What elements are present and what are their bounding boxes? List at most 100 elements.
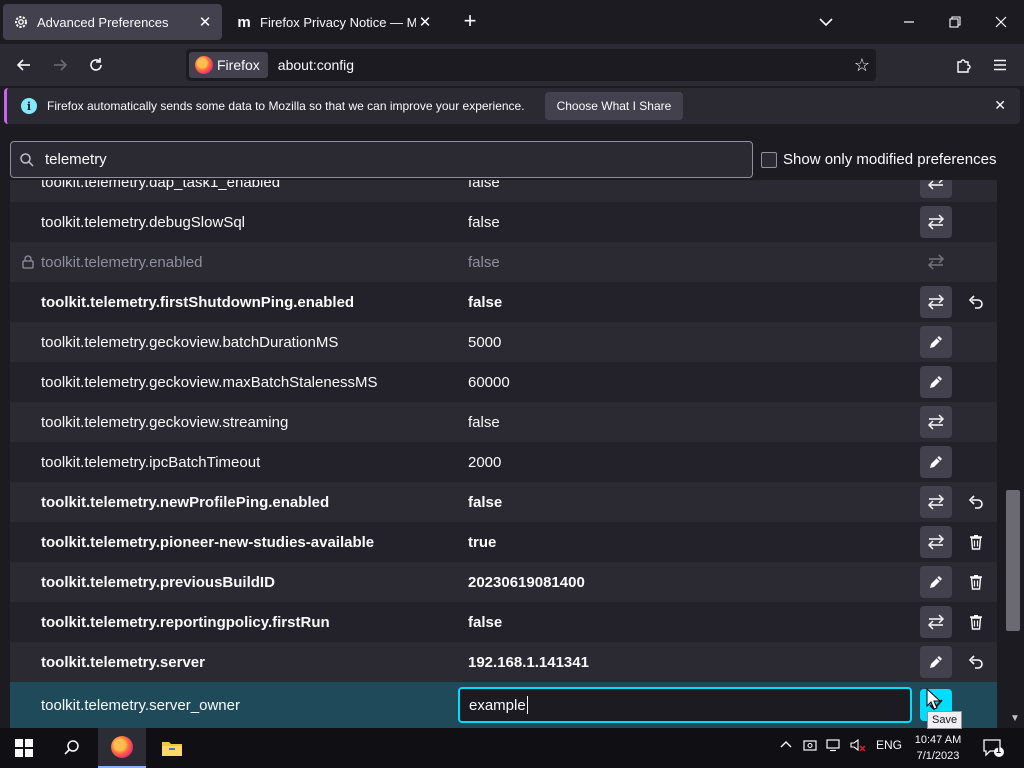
app-menu-button[interactable]	[986, 51, 1014, 79]
edit-button[interactable]	[920, 646, 952, 678]
tray-meet-now-icon[interactable]	[803, 738, 817, 755]
text-caret	[526, 696, 528, 714]
scrollbar-thumb[interactable]	[1006, 490, 1020, 631]
url-bar[interactable]: Firefox about:config ☆	[186, 49, 876, 81]
show-modified-checkbox[interactable]	[761, 151, 777, 168]
reset-button[interactable]	[960, 646, 992, 678]
pref-row[interactable]: toolkit.telemetry.geckoview.batchDuratio…	[10, 322, 997, 362]
delete-button[interactable]	[960, 606, 992, 638]
reload-button[interactable]	[82, 51, 110, 79]
volume-muted-icon[interactable]	[850, 738, 866, 755]
toggle-arrows-icon	[927, 214, 945, 230]
pencil-icon	[928, 374, 944, 390]
new-tab-button[interactable]: +	[458, 10, 482, 34]
tab-firefox-privacy-notice[interactable]: m Firefox Privacy Notice — Mozill ✕	[226, 4, 442, 40]
restore-button[interactable]	[939, 8, 971, 36]
edit-button[interactable]	[920, 326, 952, 358]
close-tab-icon[interactable]: ✕	[416, 13, 434, 31]
pref-row[interactable]: toolkit.telemetry.pioneer-new-studies-av…	[10, 522, 997, 562]
clock[interactable]: 10:47 AM 7/1/2023	[906, 732, 970, 764]
notification-count-badge: 1	[996, 745, 1002, 755]
start-button[interactable]	[0, 728, 48, 768]
choose-what-i-share-button[interactable]: Choose What I Share	[544, 92, 684, 120]
pref-name: toolkit.telemetry.geckoview.batchDuratio…	[41, 333, 339, 351]
pref-name: toolkit.telemetry.server	[41, 653, 205, 671]
language-indicator[interactable]: ENG	[876, 738, 902, 752]
show-modified-filter[interactable]: Show only modified preferences	[761, 151, 996, 168]
toggle-arrows-icon	[927, 294, 945, 310]
reset-button[interactable]	[960, 286, 992, 318]
pref-row[interactable]: toolkit.telemetry.firstShutdownPing.enab…	[10, 282, 997, 322]
pref-value: false	[468, 613, 503, 631]
pref-value: false	[468, 413, 500, 431]
pref-row[interactable]: toolkit.telemetry.enabled false	[10, 242, 997, 282]
about-config-page: telemetry Show only modified preferences…	[0, 128, 1024, 728]
identity-box[interactable]: Firefox	[189, 52, 268, 78]
pref-name: toolkit.telemetry.enabled	[41, 253, 203, 271]
windows-logo-icon	[15, 739, 33, 757]
search-field[interactable]: telemetry	[10, 141, 753, 178]
search-taskbar-button[interactable]	[48, 728, 96, 768]
mozilla-m-icon: m	[237, 13, 251, 31]
delete-button[interactable]	[960, 526, 992, 558]
pref-row[interactable]: toolkit.telemetry.geckoview.streaming fal…	[10, 402, 997, 442]
extensions-button[interactable]	[950, 51, 978, 79]
firefox-taskbar-button[interactable]	[98, 728, 146, 768]
edit-button[interactable]	[920, 566, 952, 598]
trash-icon	[969, 574, 983, 590]
save-tooltip: Save	[927, 711, 963, 729]
toggle-arrows-icon	[927, 534, 945, 550]
toggle-button[interactable]	[920, 526, 952, 558]
scroll-down-arrow-icon[interactable]: ▼	[1010, 713, 1020, 724]
file-explorer-taskbar-button[interactable]	[148, 728, 196, 768]
pref-row[interactable]: toolkit.telemetry.server 192.168.1.141341	[10, 642, 997, 682]
list-all-tabs-button[interactable]	[814, 12, 838, 32]
search-input[interactable]: telemetry	[45, 151, 107, 168]
pref-row[interactable]: toolkit.telemetry.debugSlowSql false	[10, 202, 997, 242]
pref-row-editing[interactable]: toolkit.telemetry.server_owner example	[10, 682, 997, 728]
pref-value: true	[468, 533, 497, 551]
close-tab-icon[interactable]: ✕	[196, 13, 214, 31]
reset-button[interactable]	[960, 486, 992, 518]
page-scrollbar[interactable]	[1008, 128, 1024, 728]
folder-icon	[162, 742, 182, 756]
show-hidden-icons-button[interactable]	[779, 738, 793, 755]
back-button[interactable]	[10, 51, 38, 79]
pref-value-input[interactable]: example	[458, 687, 912, 723]
pref-row[interactable]: toolkit.telemetry.ipcBatchTimeout 2000	[10, 442, 997, 482]
edit-button[interactable]	[920, 446, 952, 478]
pref-value: 20230619081400	[468, 573, 585, 591]
pref-row[interactable]: toolkit.telemetry.newProfilePing.enabled…	[10, 482, 997, 522]
pref-name: toolkit.telemetry.geckoview.streaming	[41, 413, 289, 431]
pref-value: false	[468, 293, 503, 311]
pencil-icon	[928, 574, 944, 590]
pref-row[interactable]: toolkit.telemetry.reportingpolicy.firstR…	[10, 602, 997, 642]
pref-value: 2000	[468, 453, 502, 471]
close-window-button[interactable]	[985, 8, 1017, 36]
toggle-button[interactable]	[920, 606, 952, 638]
minimize-button[interactable]	[893, 8, 925, 36]
pref-name: toolkit.telemetry.reportingpolicy.firstR…	[41, 613, 330, 631]
undo-icon	[968, 494, 984, 510]
network-icon[interactable]	[826, 738, 842, 755]
pref-row[interactable]: toolkit.telemetry.geckoview.maxBatchStal…	[10, 362, 997, 402]
toggle-button[interactable]	[920, 406, 952, 438]
toggle-button	[920, 246, 952, 278]
pref-value: false	[468, 493, 503, 511]
edit-button[interactable]	[920, 366, 952, 398]
bookmark-star-icon[interactable]: ☆	[848, 51, 876, 79]
url-text[interactable]: about:config	[278, 57, 848, 73]
pref-name: toolkit.telemetry.server_owner	[41, 696, 240, 714]
tab-advanced-preferences[interactable]: Advanced Preferences ✕	[3, 4, 222, 40]
pref-row[interactable]: toolkit.telemetry.previousBuildID 2023061…	[10, 562, 997, 602]
tab-strip: Advanced Preferences ✕ m Firefox Privacy…	[0, 0, 1024, 44]
forward-button[interactable]	[46, 51, 74, 79]
notification-center-button[interactable]: 1	[982, 738, 1004, 763]
toggle-button[interactable]	[920, 286, 952, 318]
close-notification-icon[interactable]: ✕	[994, 97, 1006, 114]
toggle-arrows-icon	[927, 494, 945, 510]
toggle-button[interactable]	[920, 486, 952, 518]
undo-icon	[968, 654, 984, 670]
toggle-button[interactable]	[920, 206, 952, 238]
delete-button[interactable]	[960, 566, 992, 598]
